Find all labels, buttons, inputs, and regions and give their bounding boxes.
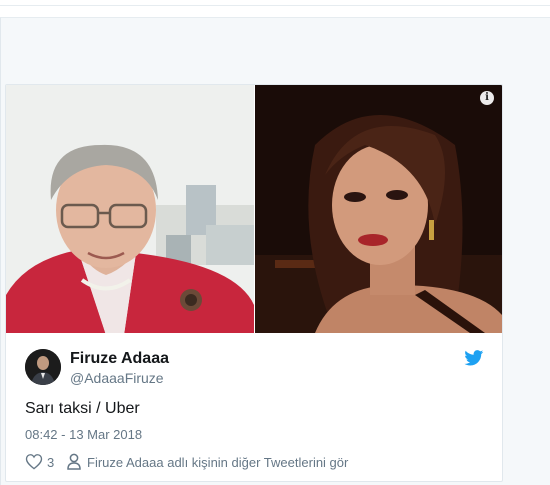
- like-count[interactable]: 3: [47, 455, 54, 470]
- heart-icon[interactable]: [25, 453, 43, 470]
- twitter-bird-icon[interactable]: [464, 350, 484, 366]
- tweet-text: Sarı taksi / Uber: [25, 400, 140, 417]
- info-icon[interactable]: i: [480, 91, 494, 105]
- tweet-card[interactable]: i Firuze Adaaa @AdaaaFiruze Sarı taksi /…: [5, 84, 503, 482]
- author-handle[interactable]: @AdaaaFiruze: [70, 370, 164, 386]
- media-photo-left[interactable]: [6, 85, 254, 333]
- top-divider: [0, 5, 550, 6]
- author-display-name[interactable]: Firuze Adaaa: [70, 350, 169, 368]
- embed-panel: i Firuze Adaaa @AdaaaFiruze Sarı taksi /…: [0, 17, 550, 485]
- media-photo-right[interactable]: i: [255, 85, 502, 333]
- tweet-timestamp[interactable]: 08:42 - 13 Mar 2018: [25, 427, 142, 442]
- person-icon: [67, 453, 81, 470]
- tweet-media[interactable]: i: [6, 85, 502, 333]
- see-more-tweets-link[interactable]: Firuze Adaaa adlı kişinin diğer Tweetler…: [87, 455, 348, 470]
- tweet-body: Firuze Adaaa @AdaaaFiruze Sarı taksi / U…: [6, 334, 502, 481]
- avatar[interactable]: [25, 349, 61, 385]
